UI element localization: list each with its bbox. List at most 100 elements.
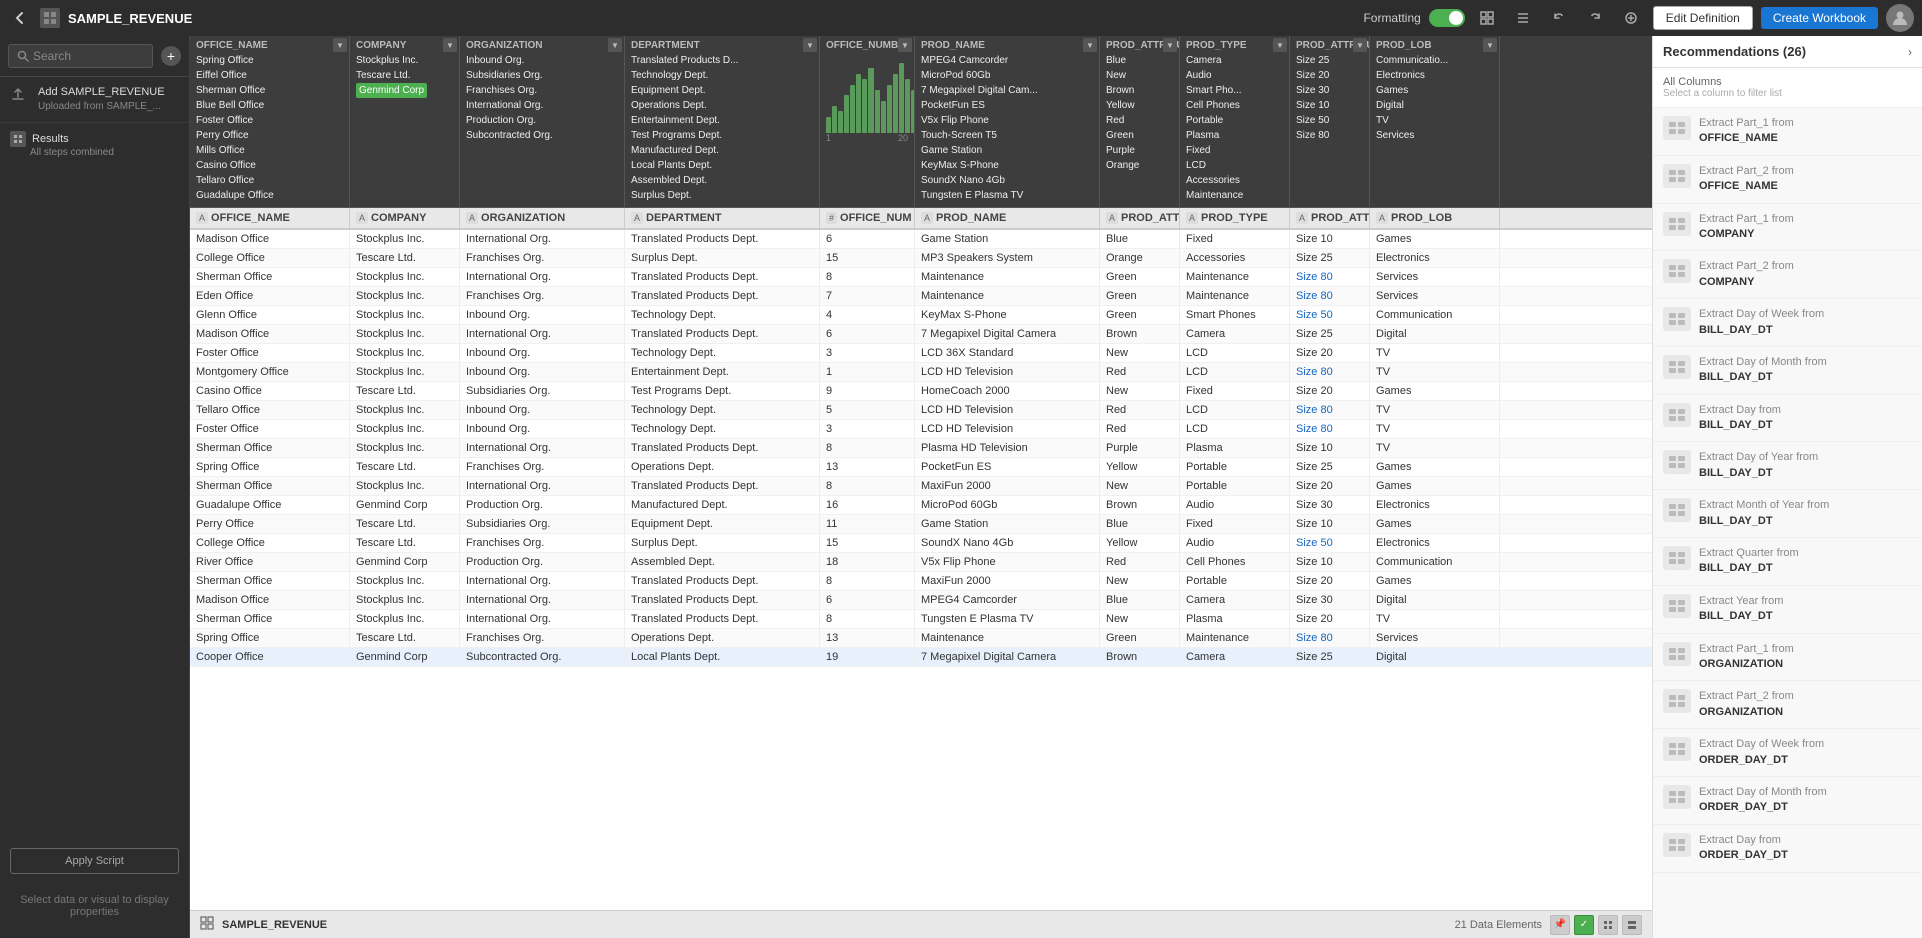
search-input[interactable] xyxy=(33,49,144,63)
table-header-prod-attri---[interactable]: APROD_ATTRI... xyxy=(1100,208,1180,228)
rec-item-13[interactable]: Extract Day of Week fromORDER_DAY_DT xyxy=(1653,729,1922,777)
table-cell: Technology Dept. xyxy=(625,306,820,324)
table-header-company[interactable]: ACOMPANY xyxy=(350,208,460,228)
table-row[interactable]: Madison OfficeStockplus Inc.Internationa… xyxy=(190,325,1652,344)
filter-value: Touch-Screen T5 xyxy=(921,128,1093,143)
rec-item-8[interactable]: Extract Month of Year fromBILL_DAY_DT xyxy=(1653,490,1922,538)
col-filter-btn-2[interactable]: ▼ xyxy=(608,38,622,52)
rec-item-6[interactable]: Extract Day fromBILL_DAY_DT xyxy=(1653,395,1922,443)
table-header-office-num----[interactable]: #OFFICE_NUM ... xyxy=(820,208,915,228)
rec-item-7[interactable]: Extract Day of Year fromBILL_DAY_DT xyxy=(1653,442,1922,490)
redo-button[interactable] xyxy=(1581,4,1609,32)
table-cell: 3 xyxy=(820,420,915,438)
table-cell: Services xyxy=(1370,629,1500,647)
table-cell: Size 30 xyxy=(1290,496,1370,514)
table-header-prod-name[interactable]: APROD_NAME xyxy=(915,208,1100,228)
table-row[interactable]: Spring OfficeTescare Ltd.Franchises Org.… xyxy=(190,629,1652,648)
rec-item-15[interactable]: Extract Day fromORDER_DAY_DT xyxy=(1653,825,1922,873)
rec-item-11[interactable]: Extract Part_1 fromORGANIZATION xyxy=(1653,634,1922,682)
avatar[interactable] xyxy=(1886,4,1914,32)
table-header-prod-attri---[interactable]: APROD_ATTRI... xyxy=(1290,208,1370,228)
undo-button[interactable] xyxy=(1545,4,1573,32)
table-row[interactable]: Eden OfficeStockplus Inc.Franchises Org.… xyxy=(190,287,1652,306)
rec-item-1[interactable]: Extract Part_2 fromOFFICE_NAME xyxy=(1653,156,1922,204)
table-header-office-name[interactable]: AOFFICE_NAME xyxy=(190,208,350,228)
apply-script-button[interactable]: Apply Script xyxy=(10,848,179,874)
col-filter-header-0: OFFICE_NAME xyxy=(196,40,343,51)
filter-value: International Org. xyxy=(466,98,618,113)
table-row[interactable]: Guadalupe OfficeGenmind CorpProduction O… xyxy=(190,496,1652,515)
table-row[interactable]: Sherman OfficeStockplus Inc.Internationa… xyxy=(190,477,1652,496)
rec-item-2[interactable]: Extract Part_1 fromCOMPANY xyxy=(1653,204,1922,252)
table-row[interactable]: College OfficeTescare Ltd.Franchises Org… xyxy=(190,534,1652,553)
grid-button-1[interactable] xyxy=(1598,915,1618,935)
table-row[interactable]: Montgomery OfficeStockplus Inc.Inbound O… xyxy=(190,363,1652,382)
rec-item-4[interactable]: Extract Day of Week fromBILL_DAY_DT xyxy=(1653,299,1922,347)
grid-view-button[interactable] xyxy=(1473,4,1501,32)
table-header-organization[interactable]: AORGANIZATION xyxy=(460,208,625,228)
table-row[interactable]: Sherman OfficeStockplus Inc.Internationa… xyxy=(190,610,1652,629)
table-row[interactable]: Madison OfficeStockplus Inc.Internationa… xyxy=(190,230,1652,249)
table-row[interactable]: Perry OfficeTescare Ltd.Subsidiaries Org… xyxy=(190,515,1652,534)
table-row[interactable]: Cooper OfficeGenmind CorpSubcontracted O… xyxy=(190,648,1652,667)
table-row[interactable]: Sherman OfficeStockplus Inc.Internationa… xyxy=(190,572,1652,591)
col-filter-btn-4[interactable]: ▼ xyxy=(898,38,912,52)
table-row[interactable]: Sherman OfficeStockplus Inc.Internationa… xyxy=(190,268,1652,287)
col-filter-btn-0[interactable]: ▼ xyxy=(333,38,347,52)
col-filter-btn-6[interactable]: ▼ xyxy=(1163,38,1177,52)
share-button[interactable] xyxy=(1617,4,1645,32)
rec-item-3[interactable]: Extract Part_2 fromCOMPANY xyxy=(1653,251,1922,299)
sidebar-item-add-dataset[interactable]: Add SAMPLE_REVENUE Uploaded from SAMPLE_… xyxy=(0,77,189,123)
rec-item-0[interactable]: Extract Part_1 fromOFFICE_NAME xyxy=(1653,108,1922,156)
col-filter-btn-7[interactable]: ▼ xyxy=(1273,38,1287,52)
table-row[interactable]: Glenn OfficeStockplus Inc.Inbound Org.Te… xyxy=(190,306,1652,325)
table-header-department[interactable]: ADEPARTMENT xyxy=(625,208,820,228)
column-type-badge: A xyxy=(1376,212,1388,224)
table-row[interactable]: Madison OfficeStockplus Inc.Internationa… xyxy=(190,591,1652,610)
rec-action: Extract Month of Year from xyxy=(1699,499,1829,511)
col-filter-btn-8[interactable]: ▼ xyxy=(1353,38,1367,52)
rec-item-5[interactable]: Extract Day of Month fromBILL_DAY_DT xyxy=(1653,347,1922,395)
filter-value: Spring Office xyxy=(196,53,343,68)
rec-item-text: Extract Part_1 fromCOMPANY xyxy=(1699,212,1794,243)
table-cell: Genmind Corp xyxy=(350,496,460,514)
list-view-button[interactable] xyxy=(1509,4,1537,32)
table-row[interactable]: River OfficeGenmind CorpProduction Org.A… xyxy=(190,553,1652,572)
back-button[interactable] xyxy=(8,6,32,30)
table-row[interactable]: Foster OfficeStockplus Inc.Inbound Org.T… xyxy=(190,344,1652,363)
mini-bar xyxy=(826,117,831,133)
table-row[interactable]: Tellaro OfficeStockplus Inc.Inbound Org.… xyxy=(190,401,1652,420)
edit-definition-button[interactable]: Edit Definition xyxy=(1653,6,1753,30)
table-row[interactable]: Casino OfficeTescare Ltd.Subsidiaries Or… xyxy=(190,382,1652,401)
create-workbook-button[interactable]: Create Workbook xyxy=(1761,7,1878,29)
approve-button[interactable]: ✓ xyxy=(1574,915,1594,935)
table-cell: International Org. xyxy=(460,268,625,286)
rec-item-10[interactable]: Extract Year fromBILL_DAY_DT xyxy=(1653,586,1922,634)
add-button[interactable]: + xyxy=(161,46,181,66)
table-header-prod-lob[interactable]: APROD_LOB xyxy=(1370,208,1500,228)
table-cell: International Org. xyxy=(460,477,625,495)
table-scroll[interactable]: Madison OfficeStockplus Inc.Internationa… xyxy=(190,230,1652,910)
sidebar-results[interactable]: Results All steps combined xyxy=(0,123,189,166)
table-row[interactable]: Sherman OfficeStockplus Inc.Internationa… xyxy=(190,439,1652,458)
table-cell: Electronics xyxy=(1370,534,1500,552)
pin-button[interactable]: 📌 xyxy=(1550,915,1570,935)
formatting-toggle[interactable] xyxy=(1429,9,1465,27)
table-row[interactable]: Foster OfficeStockplus Inc.Inbound Org.T… xyxy=(190,420,1652,439)
col-filter-btn-3[interactable]: ▼ xyxy=(803,38,817,52)
table-cell: Subsidiaries Org. xyxy=(460,382,625,400)
right-panel-collapse-button[interactable]: › xyxy=(1908,45,1912,59)
grid-button-2[interactable] xyxy=(1622,915,1642,935)
rec-item-12[interactable]: Extract Part_2 fromORGANIZATION xyxy=(1653,681,1922,729)
col-filter-btn-9[interactable]: ▼ xyxy=(1483,38,1497,52)
upload-icon xyxy=(10,86,30,106)
rec-item-9[interactable]: Extract Quarter fromBILL_DAY_DT xyxy=(1653,538,1922,586)
table-cell: Inbound Org. xyxy=(460,420,625,438)
col-filter-btn-1[interactable]: ▼ xyxy=(443,38,457,52)
rec-item-14[interactable]: Extract Day of Month fromORDER_DAY_DT xyxy=(1653,777,1922,825)
table-row[interactable]: Spring OfficeTescare Ltd.Franchises Org.… xyxy=(190,458,1652,477)
table-row[interactable]: College OfficeTescare Ltd.Franchises Org… xyxy=(190,249,1652,268)
table-header-prod-type[interactable]: APROD_TYPE xyxy=(1180,208,1290,228)
table-cell: Stockplus Inc. xyxy=(350,591,460,609)
col-filter-btn-5[interactable]: ▼ xyxy=(1083,38,1097,52)
